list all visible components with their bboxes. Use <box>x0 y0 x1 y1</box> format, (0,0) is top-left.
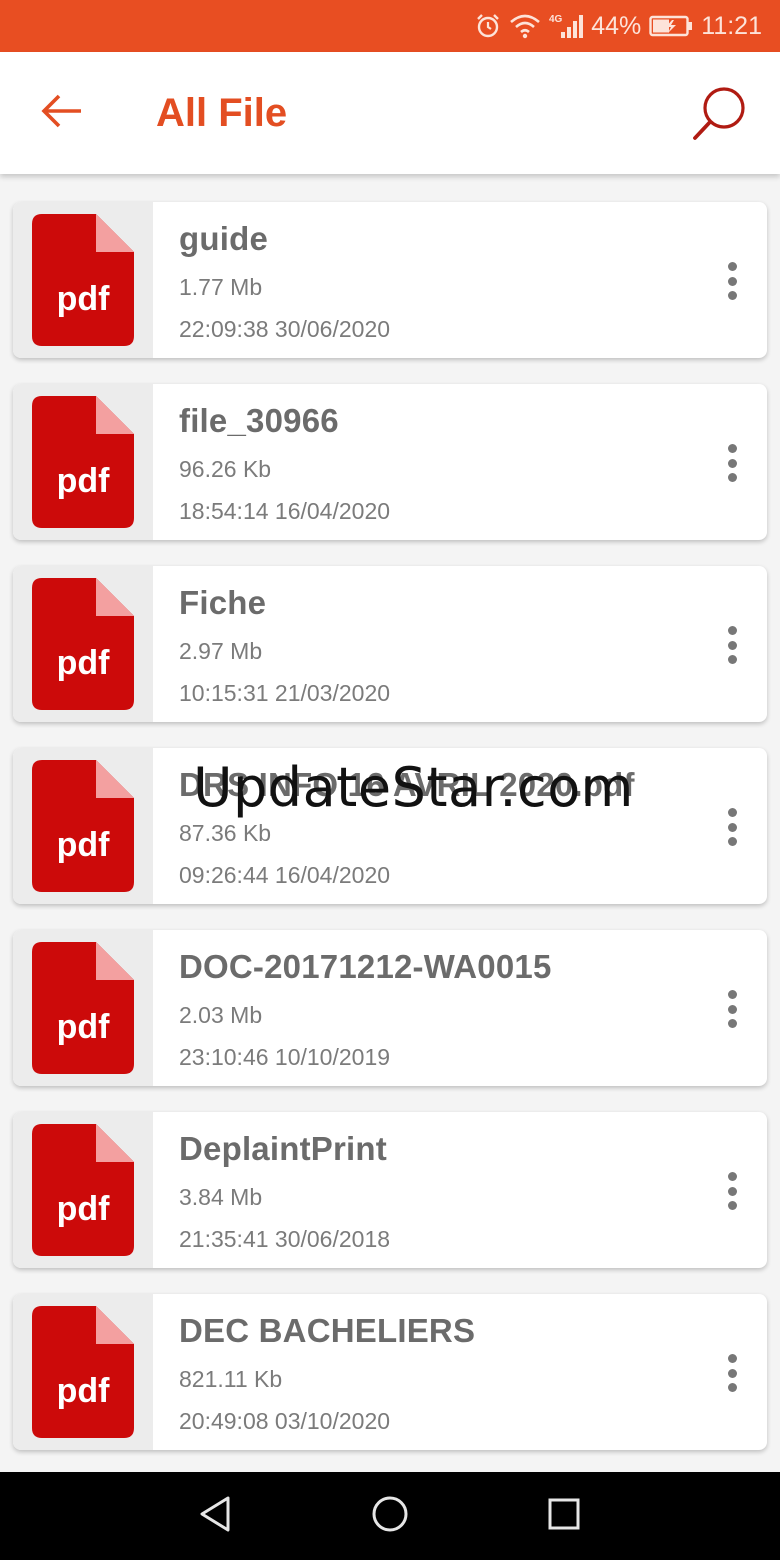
file-size: 96.26 Kb <box>179 456 272 482</box>
more-options-button[interactable] <box>717 438 747 488</box>
file-list-item[interactable]: pdf guide 1.77 Mb 22:09:38 30/06/2020 <box>13 202 767 358</box>
more-options-button[interactable] <box>717 802 747 852</box>
more-options-button[interactable] <box>717 620 747 670</box>
file-name: DEC BACHELIERS <box>179 1312 476 1349</box>
file-date: 10:15:31 21/03/2020 <box>179 680 391 706</box>
more-options-button[interactable] <box>717 1348 747 1398</box>
file-date: 18:54:14 16/04/2020 <box>179 498 391 524</box>
nav-recents-button[interactable] <box>542 1494 586 1538</box>
file-date: 09:26:44 16/04/2020 <box>179 862 391 888</box>
nav-back-button[interactable] <box>194 1494 238 1538</box>
file-size: 87.36 Kb <box>179 820 272 846</box>
nav-home-button[interactable] <box>368 1494 412 1538</box>
file-name: file_30966 <box>179 402 339 439</box>
file-date: 20:49:08 03/10/2020 <box>179 1408 391 1434</box>
pdf-icon-label: pdf <box>57 462 111 500</box>
more-options-button[interactable] <box>717 1166 747 1216</box>
battery-percent: 44% <box>591 11 642 40</box>
more-vert-icon <box>727 1354 737 1363</box>
home-circle-icon <box>370 1494 410 1539</box>
file-date: 21:35:41 30/06/2018 <box>179 1226 391 1252</box>
file-size: 2.03 Mb <box>179 1002 263 1028</box>
file-list-item[interactable]: pdf Fiche 2.97 Mb 10:15:31 21/03/2020 <box>13 566 767 722</box>
file-date: 22:09:38 30/06/2020 <box>179 316 391 342</box>
file-list-item[interactable]: pdf DeplaintPrint 3.84 Mb 21:35:41 30/06… <box>13 1112 767 1268</box>
pdf-icon-label: pdf <box>57 826 111 864</box>
pdf-file-icon: pdf <box>32 578 134 710</box>
wifi-icon <box>509 13 541 39</box>
more-vert-icon <box>727 626 737 635</box>
app-bar: All File <box>0 52 780 174</box>
watermark: UpdateStar.com <box>193 756 634 819</box>
file-list-item[interactable]: pdf file_30966 96.26 Kb 18:54:14 16/04/2… <box>13 384 767 540</box>
file-thumbnail: pdf <box>13 202 153 358</box>
arrow-left-icon <box>39 93 83 134</box>
pdf-icon-label: pdf <box>57 1372 111 1410</box>
more-options-button[interactable] <box>717 256 747 306</box>
navigation-bar <box>0 1472 780 1560</box>
search-button[interactable] <box>686 82 754 150</box>
more-vert-icon <box>727 262 737 271</box>
file-list-item[interactable]: pdf DOC-20171212-WA0015 2.03 Mb 23:10:46… <box>13 930 767 1086</box>
more-vert-icon <box>727 1172 737 1181</box>
file-thumbnail: pdf <box>13 1112 153 1268</box>
file-thumbnail: pdf <box>13 748 153 904</box>
file-size: 3.84 Mb <box>179 1184 263 1210</box>
file-name: Fiche <box>179 584 267 621</box>
more-vert-icon <box>727 808 737 817</box>
clock: 11:21 <box>701 11 762 40</box>
search-icon <box>690 84 750 149</box>
file-thumbnail: pdf <box>13 1294 153 1450</box>
file-size: 2.97 Mb <box>179 638 263 664</box>
file-name: DeplaintPrint <box>179 1130 387 1167</box>
pdf-icon-label: pdf <box>57 1008 111 1046</box>
signal-4g-icon: 4G <box>549 12 584 40</box>
pdf-icon-label: pdf <box>57 1190 111 1228</box>
file-thumbnail: pdf <box>13 566 153 722</box>
page-title: All File <box>156 91 288 135</box>
more-options-button[interactable] <box>717 984 747 1034</box>
file-size: 821.11 Kb <box>179 1366 283 1392</box>
alarm-icon <box>475 13 501 39</box>
pdf-file-icon: pdf <box>32 760 134 892</box>
pdf-file-icon: pdf <box>32 1124 134 1256</box>
battery-charging-icon <box>649 14 693 38</box>
file-name: guide <box>179 220 268 257</box>
more-vert-icon <box>727 444 737 453</box>
file-name: DOC-20171212-WA0015 <box>179 948 552 985</box>
pdf-icon-label: pdf <box>57 280 111 318</box>
pdf-icon-label: pdf <box>57 644 111 682</box>
recents-square-icon <box>544 1494 584 1539</box>
pdf-file-icon: pdf <box>32 214 134 346</box>
back-triangle-icon <box>196 1494 236 1539</box>
status-bar: 4G 44% 11:21 <box>0 0 780 52</box>
network-label: 4G <box>549 14 563 25</box>
pdf-file-icon: pdf <box>32 942 134 1074</box>
file-thumbnail: pdf <box>13 384 153 540</box>
file-size: 1.77 Mb <box>179 274 263 300</box>
file-thumbnail: pdf <box>13 930 153 1086</box>
pdf-file-icon: pdf <box>32 1306 134 1438</box>
more-vert-icon <box>727 990 737 999</box>
file-list-item[interactable]: pdf DEC BACHELIERS 821.11 Kb 20:49:08 03… <box>13 1294 767 1450</box>
file-date: 23:10:46 10/10/2019 <box>179 1044 391 1070</box>
back-button[interactable] <box>36 90 86 136</box>
pdf-file-icon: pdf <box>32 396 134 528</box>
